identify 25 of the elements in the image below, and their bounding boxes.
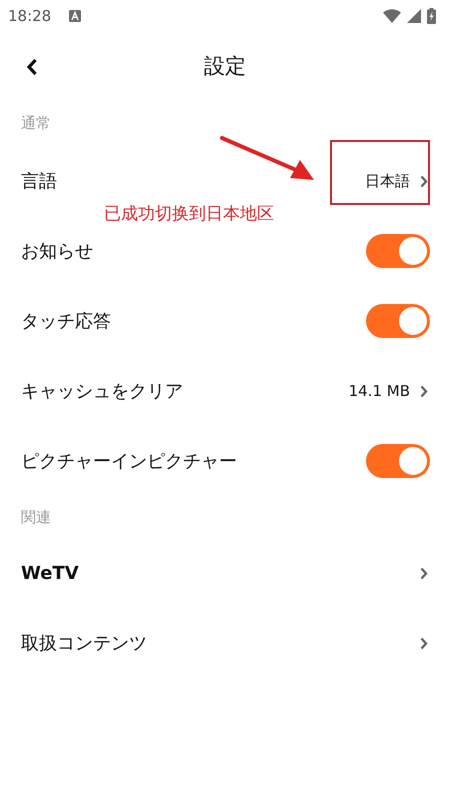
row-label[interactable]: 言語 (21, 169, 365, 193)
row-label[interactable]: お知らせ (21, 239, 366, 263)
toggle-switch[interactable] (366, 234, 430, 268)
chevron-icon (420, 384, 428, 398)
row-label[interactable]: キャッシュをクリア (21, 379, 349, 403)
toggle-switch[interactable] (366, 304, 430, 338)
chevron-icon (420, 174, 428, 188)
annotation-caption: 已成功切换到日本地区 (104, 203, 274, 225)
row-label[interactable]: 取扱コンテンツ (21, 631, 420, 655)
page-title: 設定 (204, 53, 246, 80)
row-label[interactable]: タッチ応答 (21, 309, 366, 333)
toggle-switch[interactable] (366, 444, 430, 478)
row-value: 14.1 MB (348, 382, 410, 400)
signal-icon (407, 9, 421, 23)
row-label[interactable]: WeTV (21, 562, 420, 584)
section-header: 通常 (21, 114, 51, 132)
wifi-icon (383, 9, 401, 23)
chevron-icon (420, 566, 428, 580)
status-time: 18:28 (8, 7, 52, 25)
section-header: 関連 (21, 508, 51, 526)
row-value: 日本語 (365, 172, 410, 190)
battery-icon (427, 8, 436, 24)
row-label[interactable]: ピクチャーインピクチャー (21, 449, 366, 473)
notification-icon (69, 10, 82, 22)
chevron-icon (420, 636, 428, 650)
